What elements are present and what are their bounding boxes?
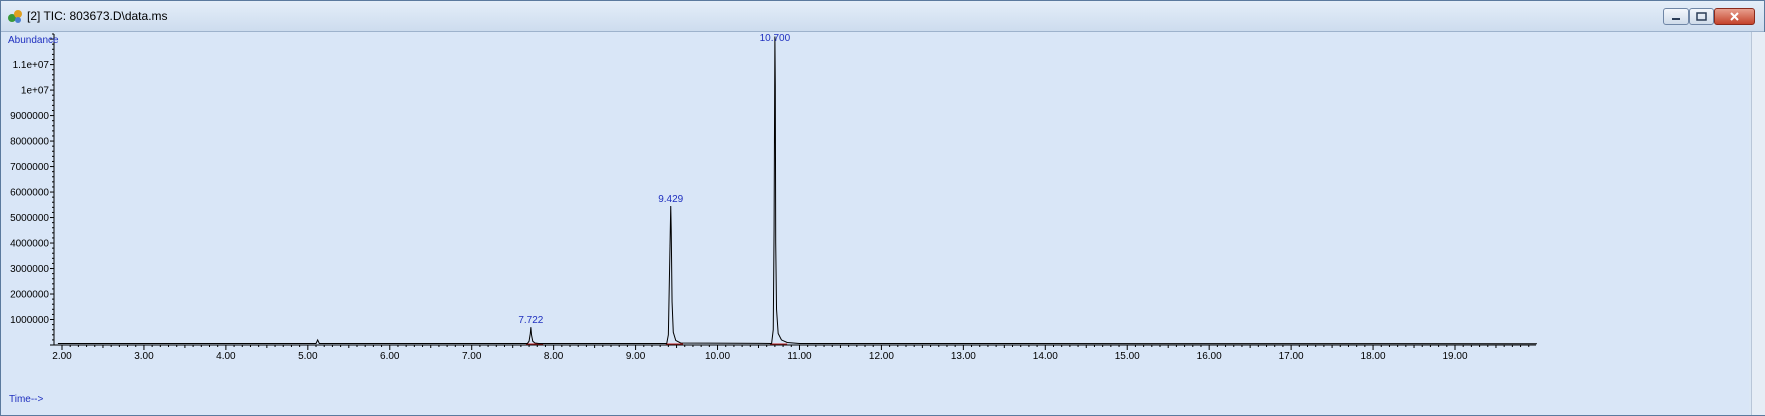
x-tick-label: 19.00 — [1442, 351, 1467, 362]
peak-label: 7.722 — [518, 315, 543, 326]
y-tick-label: 1000000 — [10, 315, 49, 326]
x-tick-label: 16.00 — [1197, 351, 1222, 362]
y-tick-label: 8000000 — [10, 137, 49, 148]
y-tick-label: 3000000 — [10, 264, 49, 275]
x-tick-label: 6.00 — [380, 351, 400, 362]
minimize-button[interactable] — [1663, 8, 1689, 25]
x-tick-label: 2.00 — [52, 351, 72, 362]
x-tick-label: 9.00 — [626, 351, 646, 362]
x-tick-label: 11.00 — [787, 351, 812, 362]
x-tick-label: 15.00 — [1115, 351, 1140, 362]
x-tick-label: 18.00 — [1361, 351, 1386, 362]
y-tick-label: 9000000 — [10, 111, 49, 122]
x-tick-label: 13.00 — [951, 351, 976, 362]
y-axis-label: Abundance — [8, 35, 59, 46]
y-tick-label: 5000000 — [10, 213, 49, 224]
y-tick-label: 6000000 — [10, 188, 49, 199]
peak-label: 9.429 — [658, 194, 683, 205]
x-tick-label: 5.00 — [298, 351, 318, 362]
restore-icon — [1696, 12, 1707, 21]
x-tick-label: 17.00 — [1279, 351, 1304, 362]
close-icon — [1730, 12, 1739, 21]
x-tick-label: 7.00 — [462, 351, 482, 362]
y-tick-label: 2000000 — [10, 290, 49, 301]
close-button[interactable] — [1714, 8, 1755, 25]
x-tick-label: 8.00 — [544, 351, 564, 362]
chromatogram-app-icon — [8, 10, 22, 23]
x-tick-label: 12.00 — [869, 351, 894, 362]
chromatogram-window: [2] TIC: 803673.D\data.ms 2.00 3.00 4.00 5.… — [0, 0, 1765, 416]
x-tick-label: 3.00 — [134, 351, 154, 362]
title-bar[interactable]: [2] TIC: 803673.D\data.ms — [1, 1, 1764, 32]
x-tick-label: 14.00 — [1033, 351, 1058, 362]
chromatogram-plot[interactable]: 2.00 3.00 4.00 5.00 6.00 7.00 8.00 9.00 10.00 11.… — [1, 32, 1749, 415]
y-tick-label: 1.1e+07 — [13, 60, 50, 71]
y-tick-label: 4000000 — [10, 239, 49, 250]
maximize-button[interactable] — [1689, 8, 1714, 25]
window-title: [2] TIC: 803673.D\data.ms — [27, 9, 168, 23]
x-tick-label: 10.00 — [705, 351, 730, 362]
peak-label: 10.700 — [760, 33, 791, 44]
vertical-scrollbar[interactable] — [1751, 32, 1765, 415]
y-tick-label: 7000000 — [10, 162, 49, 173]
y-tick-label: 1e+07 — [21, 86, 50, 97]
minimize-icon — [1672, 18, 1680, 20]
x-tick-label: 4.00 — [216, 351, 236, 362]
x-axis-label: Time--> — [9, 394, 44, 405]
